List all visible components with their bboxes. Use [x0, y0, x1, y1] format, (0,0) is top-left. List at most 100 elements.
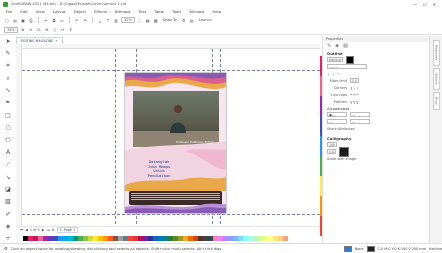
maximize-button[interactable]: ☐ [423, 2, 427, 7]
interactive-fill-icon[interactable]: ◈ [4, 223, 12, 230]
export-icon[interactable]: ⤒ [105, 17, 111, 23]
vertical-guideline[interactable] [115, 49, 116, 229]
publish-pdf-icon[interactable]: ▥ [113, 17, 119, 23]
position-option-icon[interactable]: ┓ ┓ ┓ [350, 100, 358, 104]
transparency-tool-icon[interactable]: ▧ [4, 199, 12, 206]
zoom-width-icon[interactable]: ↔ [60, 27, 66, 33]
zoom-tool-icon[interactable]: ⌕ [4, 75, 12, 82]
minimize-button[interactable]: — [413, 2, 417, 7]
menu-bitmaps[interactable]: Bitmaps [115, 9, 131, 14]
cut-icon[interactable]: ✂ [43, 17, 49, 23]
outline-color-indicator[interactable] [366, 245, 375, 252]
freehand-tool-icon[interactable]: ∿ [4, 87, 12, 94]
print-icon[interactable]: ⎙ [28, 17, 34, 23]
rectangle-tool-icon[interactable]: □ [4, 112, 12, 119]
horizontal-guideline[interactable] [22, 70, 320, 71]
nib-shape-preview[interactable] [339, 146, 350, 157]
zoom-percent-field[interactable]: 32% [4, 26, 18, 33]
docker-tab-properties[interactable]: Properties [433, 40, 440, 66]
corner-option-icon[interactable]: ┏ ╭ ┌ [350, 86, 358, 90]
docker-tab-hints[interactable]: Hints [433, 92, 440, 110]
menu-help[interactable]: Help [212, 9, 221, 14]
new-document-icon[interactable]: ▢ [4, 17, 10, 23]
menu-tools[interactable]: Tools [172, 9, 181, 14]
add-page-icon[interactable]: ⊕ [52, 228, 55, 232]
cover-headline[interactable]: Datanglah Jika Mampu Untuk Pendidikan [139, 159, 179, 178]
line-cap-option-icon[interactable]: ━ ━ ━ [350, 93, 358, 97]
transparency-icon[interactable]: ▧ [343, 43, 348, 49]
menu-object[interactable]: Object [74, 9, 86, 14]
shape-tool-icon[interactable]: ✎ [4, 50, 12, 57]
eyedropper-icon[interactable]: ✐ [4, 211, 12, 218]
zoom-level-select[interactable]: 32% [121, 17, 135, 23]
arrowhead-end-select[interactable]: — [350, 112, 370, 117]
drawing-workspace[interactable]: Prabowo Pratomo, S.Kom. Datanglah Jika M… [16, 44, 320, 236]
polygon-tool-icon[interactable]: ⬠ [4, 137, 12, 144]
corner-square-icon[interactable]: ┌ [327, 72, 329, 76]
outline-color-swatch[interactable] [346, 55, 355, 64]
undo-icon[interactable]: ↶ [74, 17, 80, 23]
horizontal-guideline[interactable] [22, 214, 320, 215]
copy-icon[interactable]: ⧉ [51, 17, 57, 23]
menu-table[interactable]: Table [154, 9, 164, 14]
launch-icon[interactable]: ▤ [189, 17, 195, 23]
zoom-page-icon[interactable]: ▯ [52, 27, 58, 33]
vertical-ruler[interactable] [16, 44, 22, 232]
line-style-select[interactable]: ——— [327, 64, 367, 69]
close-button[interactable]: ✕ [433, 2, 436, 7]
new-tab-plus-icon[interactable]: + [55, 39, 58, 43]
docker-tab-objects[interactable]: Objects [433, 68, 440, 90]
zoom-all-icon[interactable]: ⊞ [44, 27, 50, 33]
menu-file[interactable]: File [6, 9, 12, 14]
first-page-icon[interactable]: ⏮ [20, 228, 23, 232]
arrowhead-end-size[interactable]: — [350, 119, 370, 124]
zoom-selected-icon[interactable]: ⊡ [36, 27, 42, 33]
rulers-icon[interactable]: ▦ [145, 17, 151, 23]
text-tool-icon[interactable]: A [4, 149, 12, 156]
open-icon[interactable]: ▤ [12, 17, 18, 23]
stretch-field[interactable]: 100 [327, 142, 338, 147]
horizontal-ruler[interactable] [22, 44, 320, 49]
snap-to-dropdown[interactable]: Snap To [161, 18, 179, 22]
fill-bucket-icon[interactable]: ◈ [335, 43, 339, 49]
previous-page-icon[interactable]: ◀ [25, 228, 28, 232]
redo-icon[interactable]: ↷ [82, 17, 88, 23]
grid-icon[interactable]: ▩ [153, 17, 159, 23]
menu-text[interactable]: Text [139, 9, 147, 14]
horizontal-color-palette[interactable] [0, 234, 442, 243]
scale-with-image-checkbox[interactable]: Scale with image [327, 157, 356, 161]
import-icon[interactable]: ⤓ [97, 17, 103, 23]
parallel-dimension-icon[interactable]: ⟋ [4, 162, 12, 169]
arrowhead-start-select[interactable]: ●— [327, 112, 347, 117]
angle-field[interactable]: 0.0 [327, 149, 337, 154]
drop-shadow-icon[interactable]: ◪ [4, 186, 12, 193]
save-icon[interactable]: ▣ [20, 17, 26, 23]
cover-photo[interactable]: Prabowo Pratomo, S.Kom. [133, 91, 219, 147]
zoom-height-icon[interactable]: ↕ [68, 27, 74, 33]
outline-width-field[interactable]: Hairline [327, 57, 344, 62]
launch-dropdown[interactable]: Launch [197, 18, 214, 22]
last-page-icon[interactable]: ⏭ [47, 228, 50, 232]
zoom-out-icon[interactable]: ⊖ [28, 27, 34, 33]
menu-edit[interactable]: Edit [20, 9, 27, 14]
ellipse-tool-icon[interactable]: ○ [4, 125, 12, 132]
options-gear-icon[interactable]: ⚙ [181, 17, 187, 23]
arrowhead-start-size[interactable]: — [327, 119, 347, 124]
paste-icon[interactable]: ▭ [59, 17, 65, 23]
next-page-icon[interactable]: ▶ [42, 228, 45, 232]
document-tab[interactable]: EDITING MAGAZINE + [16, 37, 64, 44]
share-attributes-checkbox[interactable]: Share Attributes [327, 127, 355, 131]
menu-view[interactable]: View [36, 9, 45, 14]
outline-pen-icon[interactable]: ✎ [327, 43, 331, 49]
corner-round-icon[interactable]: ╭ [332, 72, 334, 76]
menu-effects[interactable]: Effects [94, 9, 107, 14]
menu-layout[interactable]: Layout [53, 9, 66, 14]
fill-color-indicator[interactable] [343, 245, 352, 252]
artistic-media-icon[interactable]: ✒ [4, 100, 12, 107]
full-screen-icon[interactable]: ⛶ [137, 17, 143, 23]
page-tab[interactable]: 1: Page 1 [56, 227, 79, 233]
palette-swatch[interactable] [283, 236, 288, 241]
zoom-in-icon[interactable]: ⊕ [20, 27, 26, 33]
miter-limit-field[interactable]: 5.0 [350, 78, 360, 83]
magazine-cover-page[interactable]: Prabowo Pratomo, S.Kom. Datanglah Jika M… [125, 73, 226, 213]
